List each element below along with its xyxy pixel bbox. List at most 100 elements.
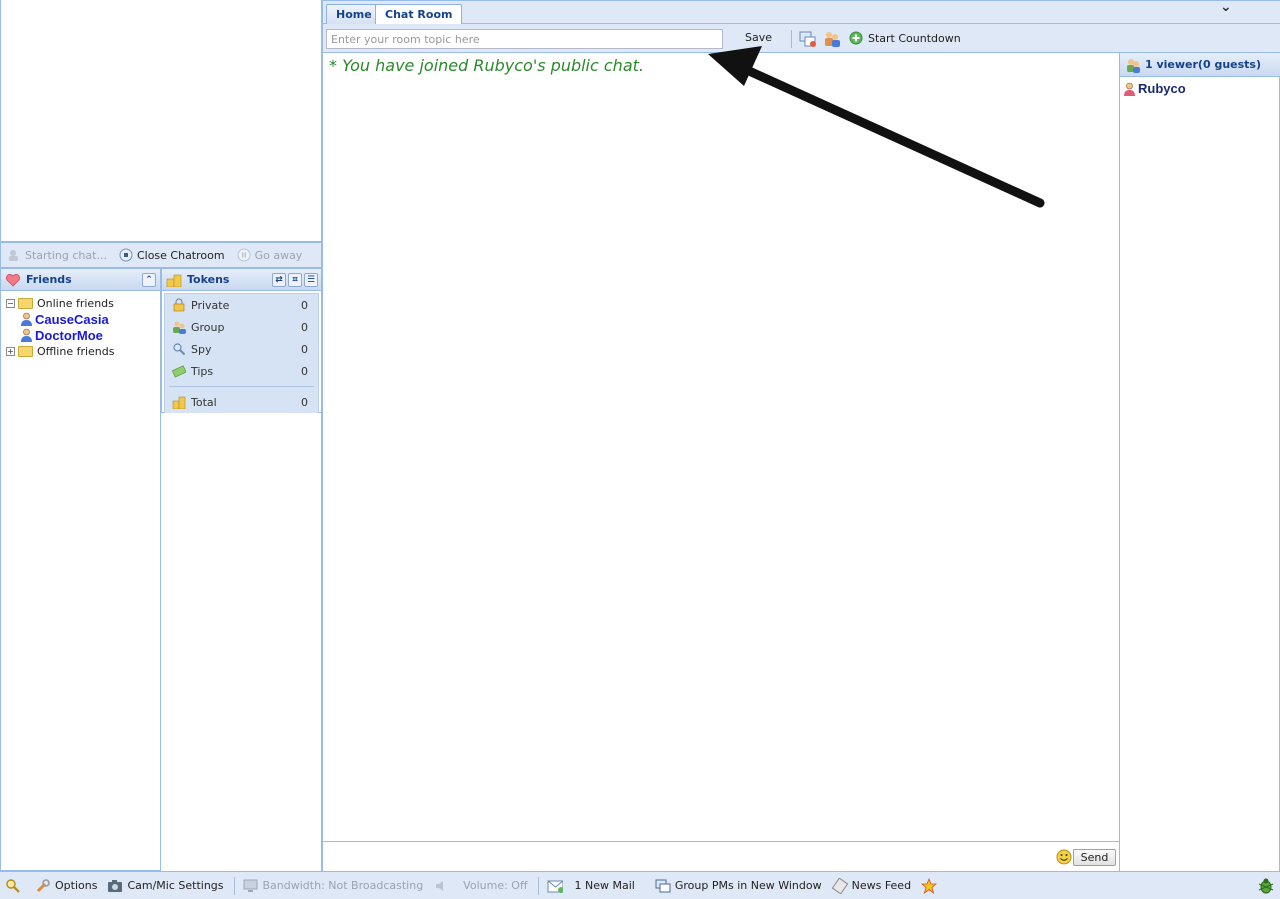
friends-header: Friends ⌃ [1,269,160,291]
start-countdown-button[interactable]: Start Countdown [849,31,961,45]
starting-chat-label: Starting chat... [25,248,107,262]
token-row-tips: Tips 0 [165,360,318,382]
lock-icon [171,297,187,313]
folder-icon [18,345,33,357]
chat-window-icon [799,30,817,51]
send-button[interactable]: Send [1073,849,1116,866]
tab-home[interactable]: Home [326,4,382,25]
collapse-toggle-icon[interactable]: − [6,298,15,308]
camera-icon [107,878,123,894]
friend-name: CauseCasia [35,311,109,327]
viewers-header: 1 viewer(0 guests) [1120,53,1280,77]
viewers-title: 1 viewer(0 guests) [1145,58,1261,71]
group-pms-button[interactable]: Group PMs in New Window [655,878,822,894]
refresh-tokens-button[interactable]: ⇄ [272,272,286,287]
volume-label: Volume: Off [463,879,528,892]
options-button[interactable]: Options [35,878,97,894]
user-chat-icon [7,248,21,262]
go-away-button[interactable]: Go away [237,248,303,262]
start-countdown-label: Start Countdown [868,31,961,45]
coins-icon [166,273,182,287]
chat-window-button[interactable] [799,30,817,51]
group-users-button[interactable] [823,30,841,51]
star-icon [921,877,938,894]
friend-item[interactable]: CauseCasia [6,311,160,327]
group-users-icon [823,30,841,51]
tab-bar: Home Chat Room ⌄ [322,0,1280,26]
friends-title: Friends [26,273,72,286]
collapse-friends-button[interactable]: ⌃ [142,272,156,287]
chevron-up-icon: ⌃ [145,274,153,285]
bandwidth-label: Bandwidth: Not Broadcasting [262,879,424,892]
room-topic-input[interactable] [326,29,723,49]
offline-friends-node[interactable]: + Offline friends [6,343,160,359]
chevron-down-icon[interactable]: ⌄ [1220,0,1232,15]
news-feed-button[interactable]: News Feed [831,877,912,894]
status-divider [233,876,235,895]
smiley-icon[interactable] [1056,849,1072,868]
list-tokens-button[interactable]: ☰ [304,272,318,287]
chat-control-bar: Starting chat... Close Chatroom Go away [0,242,322,268]
status-bar: Options Cam/Mic Settings Bandwidth: Not … [0,871,1280,899]
tokens-empty-area [161,413,322,871]
token-value: 0 [301,320,308,334]
token-row-private: Private 0 [165,294,318,316]
close-chatroom-button[interactable]: Close Chatroom [119,248,225,262]
mail-icon [547,878,563,894]
token-label: Private [191,298,230,312]
user-icon [1123,82,1136,96]
viewer-item[interactable]: Rubyco [1123,81,1186,96]
toolbar-divider [791,30,792,48]
save-topic-button[interactable]: Save [745,31,772,44]
tokens-header: Tokens ⇄ ⌗ ☰ [162,269,321,291]
mail-label: 1 New Mail [574,879,635,892]
wrench-icon [35,878,51,894]
new-mail-button[interactable]: 1 New Mail [547,878,635,894]
monitor-icon [243,878,259,894]
binoculars-button[interactable]: ⌗ [288,272,302,287]
search-icon [5,878,21,894]
starting-chat-button[interactable]: Starting chat... [7,248,107,262]
offline-friends-label: Offline friends [37,344,115,358]
expand-toggle-icon[interactable]: + [6,346,15,356]
close-chatroom-label: Close Chatroom [136,248,225,262]
search-button[interactable] [5,878,25,894]
message-input-row: Send [322,841,1119,871]
stop-icon [119,248,133,262]
message-input[interactable] [325,848,1055,866]
folder-icon [18,297,33,309]
tokens-title: Tokens [187,273,230,286]
star-badge-button[interactable] [921,877,941,894]
topic-toolbar: Save Start Countdown [322,24,1280,53]
token-value: 0 [301,298,308,312]
token-row-spy: Spy 0 [165,338,318,360]
friend-item[interactable]: DoctorMoe [6,327,160,343]
tab-chat-room[interactable]: Chat Room [375,4,463,26]
speaker-icon [433,878,449,894]
binoculars-icon: ⌗ [292,274,298,285]
token-label: Spy [191,342,212,356]
volume-control[interactable]: Volume: Off [433,878,528,894]
windows-icon [655,878,671,894]
plus-circle-icon [849,31,863,45]
go-away-label: Go away [254,248,303,262]
user-icon [20,312,33,326]
bug-icon[interactable] [1257,877,1275,898]
friends-tree: − Online friends CauseCasia DoctorMoe + … [1,291,160,359]
magnifier-icon [171,341,187,357]
video-area [0,0,322,242]
online-friends-label: Online friends [37,296,114,310]
token-label: Tips [191,364,214,378]
list-icon: ☰ [306,274,316,285]
token-value: 0 [301,342,308,356]
tokens-divider [169,386,314,387]
token-value: 0 [301,364,308,378]
bandwidth-status: Bandwidth: Not Broadcasting [243,878,424,894]
group-pms-label: Group PMs in New Window [674,879,822,892]
refresh-icon: ⇄ [275,274,283,285]
cam-mic-settings-button[interactable]: Cam/Mic Settings [107,878,224,894]
chat-message: * You have joined Rubyco's public chat. [329,56,644,75]
news-feed-label: News Feed [851,879,912,892]
online-friends-node[interactable]: − Online friends [6,295,160,311]
cam-mic-label: Cam/Mic Settings [127,879,224,892]
